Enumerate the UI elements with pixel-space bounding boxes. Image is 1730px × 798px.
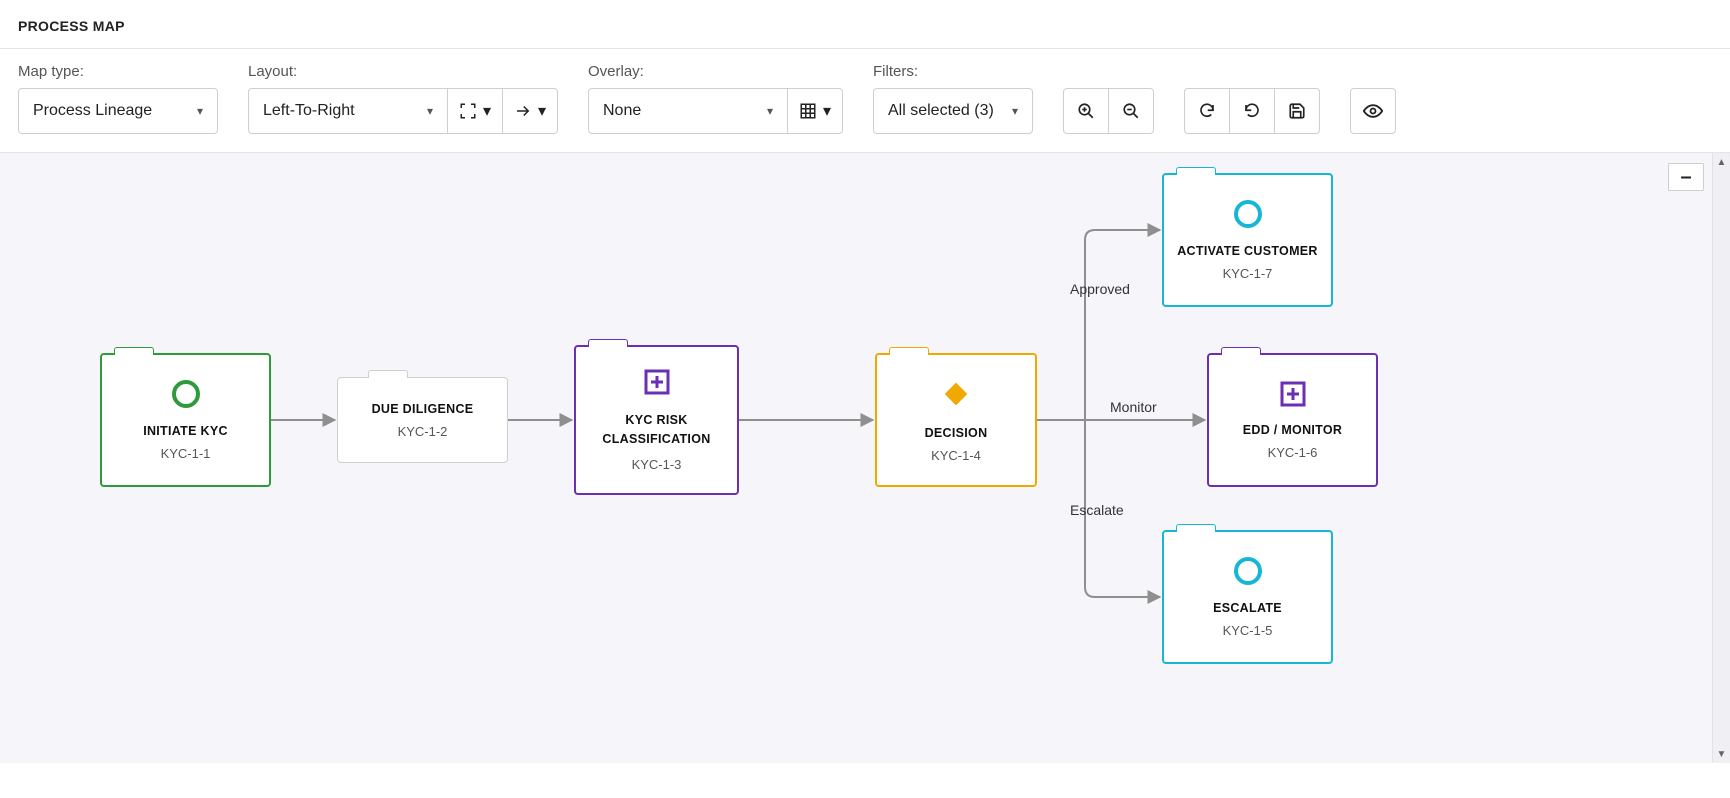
- node-activate-customer[interactable]: ACTIVATE CUSTOMER KYC-1-7: [1162, 173, 1333, 307]
- layout-group: Layout: Left-To-Right ▾ ▾ ▾: [248, 63, 558, 134]
- node-title: ACTIVATE CUSTOMER: [1177, 244, 1318, 258]
- node-due-diligence[interactable]: DUE DILIGENCE KYC-1-2: [337, 377, 508, 463]
- node-kyc-risk-classification[interactable]: KYC RISK CLASSIFICATION KYC-1-3: [574, 345, 739, 495]
- visibility-group: [1350, 63, 1396, 134]
- arrow-right-icon: [514, 102, 532, 120]
- overlay-label: Overlay:: [588, 63, 843, 80]
- zoom-out-icon: [1122, 102, 1140, 120]
- edge-label-approved: Approved: [1070, 281, 1130, 297]
- node-subtitle: KYC-1-2: [398, 424, 448, 439]
- node-subtitle: KYC-1-5: [1223, 623, 1273, 638]
- history-group: [1184, 63, 1320, 134]
- zoom-in-icon: [1077, 102, 1095, 120]
- node-decision[interactable]: DECISION KYC-1-4: [875, 353, 1037, 487]
- toolbar: Map type: Process Lineage ▾ Layout: Left…: [0, 49, 1730, 153]
- node-tab: [114, 347, 154, 355]
- scroll-up-icon[interactable]: ▲: [1713, 153, 1730, 171]
- zoom-group: [1063, 63, 1154, 134]
- map-type-group: Map type: Process Lineage ▾: [18, 63, 218, 134]
- node-edd-monitor[interactable]: EDD / MONITOR KYC-1-6: [1207, 353, 1378, 487]
- zoom-in-button[interactable]: [1063, 88, 1109, 134]
- node-title: INITIATE KYC: [143, 424, 228, 438]
- save-button[interactable]: [1274, 88, 1320, 134]
- map-type-label: Map type:: [18, 63, 218, 80]
- map-type-select[interactable]: Process Lineage ▾: [18, 88, 218, 134]
- diagram-canvas-wrap: Approved Monitor Escalate INITIATE KYC K…: [0, 153, 1730, 763]
- spacer-label: [1184, 63, 1320, 80]
- eye-icon: [1363, 101, 1383, 121]
- overlay-grid-button[interactable]: ▾: [787, 88, 843, 134]
- panel-header: PROCESS MAP: [0, 0, 1730, 49]
- node-subtitle: KYC-1-6: [1268, 445, 1318, 460]
- minus-icon: –: [1680, 166, 1691, 189]
- filters-select[interactable]: All selected (3) ▾: [873, 88, 1033, 134]
- node-tab: [588, 339, 628, 347]
- page-title: PROCESS MAP: [18, 18, 125, 34]
- node-subtitle: KYC-1-1: [161, 446, 211, 461]
- start-event-icon: [171, 379, 201, 414]
- edge-label-monitor: Monitor: [1110, 399, 1157, 415]
- overlay-group: Overlay: None ▾ ▾: [588, 63, 843, 134]
- end-event-icon: [1233, 556, 1263, 591]
- overlay-select[interactable]: None ▾: [588, 88, 788, 134]
- node-subtitle: KYC-1-3: [632, 457, 682, 472]
- redo-button[interactable]: [1184, 88, 1230, 134]
- chevron-down-icon: ▾: [823, 101, 831, 121]
- redo-icon: [1198, 102, 1216, 120]
- undo-button[interactable]: [1229, 88, 1275, 134]
- subprocess-icon: [643, 368, 671, 401]
- map-type-value: Process Lineage: [33, 102, 152, 120]
- node-tab: [889, 347, 929, 355]
- node-title: DECISION: [925, 426, 988, 440]
- node-tab: [1221, 347, 1261, 355]
- node-subtitle: KYC-1-7: [1223, 266, 1273, 281]
- node-tab: [1176, 524, 1216, 532]
- spacer-label: [1063, 63, 1154, 80]
- filters-group: Filters: All selected (3) ▾: [873, 63, 1033, 134]
- zoom-out-button[interactable]: [1108, 88, 1154, 134]
- node-initiate-kyc[interactable]: INITIATE KYC KYC-1-1: [100, 353, 271, 487]
- chevron-down-icon: ▾: [767, 104, 773, 118]
- subprocess-icon: [1279, 380, 1307, 413]
- layout-label: Layout:: [248, 63, 558, 80]
- chevron-down-icon: ▾: [483, 101, 491, 121]
- save-icon: [1288, 102, 1306, 120]
- node-title: ESCALATE: [1213, 601, 1282, 615]
- grid-icon: [799, 102, 817, 120]
- layout-value: Left-To-Right: [263, 102, 355, 120]
- node-subtitle: KYC-1-4: [931, 448, 981, 463]
- scroll-down-icon[interactable]: ▼: [1713, 745, 1730, 763]
- node-tab: [1176, 167, 1216, 175]
- chevron-down-icon: ▾: [538, 101, 546, 121]
- node-tab: [368, 370, 408, 378]
- node-title: EDD / MONITOR: [1243, 423, 1343, 437]
- fit-to-screen-icon: [459, 102, 477, 120]
- undo-icon: [1243, 102, 1261, 120]
- overlay-value: None: [603, 102, 641, 120]
- edge-label-escalate: Escalate: [1070, 502, 1124, 518]
- collapse-button[interactable]: –: [1668, 163, 1704, 191]
- spacer-label: [1350, 63, 1396, 80]
- chevron-down-icon: ▾: [427, 104, 433, 118]
- direction-button[interactable]: ▾: [502, 88, 558, 134]
- chevron-down-icon: ▾: [1012, 104, 1018, 118]
- filters-label: Filters:: [873, 63, 1033, 80]
- layout-select[interactable]: Left-To-Right ▾: [248, 88, 448, 134]
- visibility-button[interactable]: [1350, 88, 1396, 134]
- filters-value: All selected (3): [888, 102, 994, 120]
- end-event-icon: [1233, 199, 1263, 234]
- chevron-down-icon: ▾: [197, 104, 203, 118]
- node-title: KYC RISK CLASSIFICATION: [584, 411, 729, 449]
- vertical-scrollbar[interactable]: ▲ ▼: [1712, 153, 1730, 763]
- fit-button[interactable]: ▾: [447, 88, 503, 134]
- gateway-icon: [939, 377, 973, 416]
- node-escalate[interactable]: ESCALATE KYC-1-5: [1162, 530, 1333, 664]
- diagram-canvas[interactable]: Approved Monitor Escalate INITIATE KYC K…: [0, 153, 1730, 763]
- node-title: DUE DILIGENCE: [372, 402, 474, 416]
